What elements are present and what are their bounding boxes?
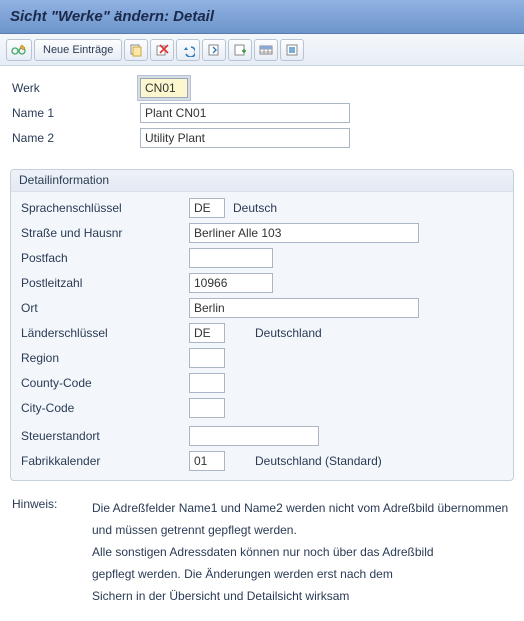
cal-label: Fabrikkalender bbox=[19, 454, 189, 468]
werk-input[interactable] bbox=[140, 78, 188, 98]
zip-label: Postleitzahl bbox=[19, 276, 189, 290]
hint-label: Hinweis: bbox=[12, 497, 76, 607]
delete-icon bbox=[155, 43, 169, 57]
undo-icon bbox=[181, 43, 195, 57]
title-bar: Sicht "Werke" ändern: Detail bbox=[0, 0, 524, 34]
undo-button[interactable] bbox=[176, 39, 200, 61]
table-view-button[interactable] bbox=[254, 39, 278, 61]
lang-text: Deutsch bbox=[233, 201, 277, 215]
pobox-input[interactable] bbox=[189, 248, 273, 268]
tax-input[interactable] bbox=[189, 426, 319, 446]
hint-line: Sichern in der Übersicht und Detailsicht… bbox=[92, 585, 512, 607]
name2-input[interactable] bbox=[140, 128, 350, 148]
region-label: Region bbox=[19, 351, 189, 365]
hint-line: und müssen getrennt gepflegt werden. bbox=[92, 519, 512, 541]
delete-button[interactable] bbox=[150, 39, 174, 61]
detail-group-title: Detailinformation bbox=[11, 170, 513, 192]
form-view-button[interactable] bbox=[280, 39, 304, 61]
county-label: County-Code bbox=[19, 376, 189, 390]
other-entry-button[interactable] bbox=[202, 39, 226, 61]
detail-group: Detailinformation Sprachenschlüssel Deut… bbox=[10, 169, 514, 481]
country-text: Deutschland bbox=[255, 326, 322, 340]
county-input[interactable] bbox=[189, 373, 225, 393]
pobox-label: Postfach bbox=[19, 251, 189, 265]
page-title: Sicht "Werke" ändern: Detail bbox=[10, 8, 214, 25]
name1-input[interactable] bbox=[140, 103, 350, 123]
werk-label: Werk bbox=[10, 81, 140, 95]
new-entries-label: Neue Einträge bbox=[43, 44, 113, 56]
hint-area: Hinweis: Die Adreßfelder Name1 und Name2… bbox=[0, 489, 524, 621]
toolbar: Neue Einträge bbox=[0, 34, 524, 66]
header-form: Werk Name 1 Name 2 bbox=[0, 66, 524, 155]
city-input[interactable] bbox=[189, 298, 419, 318]
new-entries-button[interactable]: Neue Einträge bbox=[34, 39, 122, 61]
street-input[interactable] bbox=[189, 223, 419, 243]
cal-text: Deutschland (Standard) bbox=[255, 454, 382, 468]
hint-line: Alle sonstigen Adressdaten können nur no… bbox=[92, 541, 512, 563]
tax-label: Steuerstandort bbox=[19, 429, 189, 443]
copy-icon bbox=[129, 43, 143, 57]
table-icon bbox=[259, 43, 273, 57]
citycode-input[interactable] bbox=[189, 398, 225, 418]
sheet-arrow-icon bbox=[207, 43, 221, 57]
country-input[interactable] bbox=[189, 323, 225, 343]
form-icon bbox=[285, 43, 299, 57]
toggle-display-change-button[interactable] bbox=[6, 39, 32, 61]
name2-label: Name 2 bbox=[10, 131, 140, 145]
lang-label: Sprachenschlüssel bbox=[19, 201, 189, 215]
zip-input[interactable] bbox=[189, 273, 273, 293]
sheet-plus-icon bbox=[233, 43, 247, 57]
copy-button[interactable] bbox=[124, 39, 148, 61]
name1-label: Name 1 bbox=[10, 106, 140, 120]
cal-input[interactable] bbox=[189, 451, 225, 471]
glasses-pencil-icon bbox=[11, 43, 27, 57]
citycode-label: City-Code bbox=[19, 401, 189, 415]
hint-text: Die Adreßfelder Name1 und Name2 werden n… bbox=[92, 497, 512, 607]
street-label: Straße und Hausnr bbox=[19, 226, 189, 240]
city-label: Ort bbox=[19, 301, 189, 315]
hint-line: gepflegt werden. Die Änderungen werden e… bbox=[92, 563, 512, 585]
print-button[interactable] bbox=[228, 39, 252, 61]
lang-input[interactable] bbox=[189, 198, 225, 218]
country-label: Länderschlüssel bbox=[19, 326, 189, 340]
region-input[interactable] bbox=[189, 348, 225, 368]
hint-line: Die Adreßfelder Name1 und Name2 werden n… bbox=[92, 497, 512, 519]
